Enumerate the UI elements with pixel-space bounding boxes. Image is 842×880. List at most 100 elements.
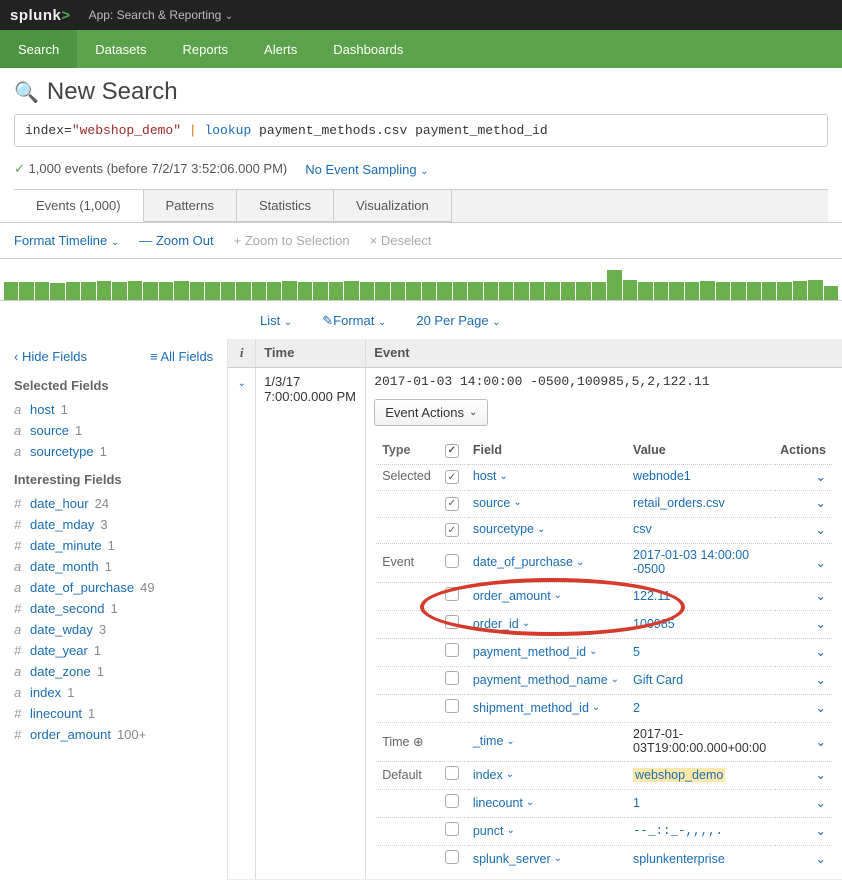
field-checkbox[interactable] <box>445 523 459 537</box>
zoom-out[interactable]: — Zoom Out <box>139 233 213 248</box>
check-all[interactable] <box>445 444 459 458</box>
field-value[interactable]: csv <box>633 522 652 536</box>
field-checkbox[interactable] <box>445 822 459 836</box>
timeline-bar[interactable] <box>793 281 807 300</box>
field-name[interactable]: date_of_purchase <box>30 580 134 595</box>
field-link[interactable]: source ⌄ <box>473 496 522 510</box>
field-date_month[interactable]: adate_month1 <box>14 556 213 577</box>
timeline-bar[interactable] <box>66 282 80 300</box>
field-value[interactable]: Gift Card <box>633 673 683 687</box>
field-value[interactable]: webshop_demo <box>633 768 725 782</box>
timeline-bar[interactable] <box>669 282 683 300</box>
field-link[interactable]: date_of_purchase ⌄ <box>473 555 584 569</box>
field-name[interactable]: order_amount <box>30 727 111 742</box>
timeline-bar[interactable] <box>236 282 250 300</box>
field-link[interactable]: punct ⌄ <box>473 824 515 838</box>
all-fields[interactable]: ≡ All Fields <box>150 349 213 364</box>
nav-reports[interactable]: Reports <box>165 30 247 68</box>
field-checkbox[interactable] <box>445 587 459 601</box>
timeline-bar[interactable] <box>50 283 64 300</box>
field-date_year[interactable]: #date_year1 <box>14 640 213 661</box>
field-actions[interactable]: ⌄ <box>816 556 826 570</box>
field-link[interactable]: order_id ⌄ <box>473 617 530 631</box>
field-link[interactable]: _time ⌄ <box>473 734 515 748</box>
nav-search[interactable]: Search <box>0 30 77 68</box>
timeline-bar[interactable] <box>576 282 590 300</box>
field-checkbox[interactable] <box>445 470 459 484</box>
field-name[interactable]: date_month <box>30 559 99 574</box>
timeline-bar[interactable] <box>344 281 358 300</box>
field-checkbox[interactable] <box>445 671 459 685</box>
timeline-bar[interactable] <box>35 282 49 300</box>
field-name[interactable]: date_year <box>30 643 88 658</box>
field-host[interactable]: ahost1 <box>14 399 213 420</box>
timeline-bar[interactable] <box>81 282 95 300</box>
col-time[interactable]: Time <box>256 339 366 367</box>
timeline-bar[interactable] <box>468 282 482 300</box>
field-date_mday[interactable]: #date_mday3 <box>14 514 213 535</box>
field-checkbox[interactable] <box>445 497 459 511</box>
field-value[interactable]: splunkenterprise <box>633 852 725 866</box>
field-checkbox[interactable] <box>445 643 459 657</box>
app-switcher[interactable]: App: Search & Reporting ⌄ <box>89 8 233 22</box>
timeline-bar[interactable] <box>607 270 621 300</box>
field-date_second[interactable]: #date_second1 <box>14 598 213 619</box>
field-value[interactable]: webnode1 <box>633 469 691 483</box>
timeline-bar[interactable] <box>282 281 296 300</box>
field-actions[interactable]: ⌄ <box>816 768 826 782</box>
nav-datasets[interactable]: Datasets <box>77 30 164 68</box>
timeline-bar[interactable] <box>221 282 235 300</box>
field-date_wday[interactable]: adate_wday3 <box>14 619 213 640</box>
timeline-bar[interactable] <box>190 282 204 300</box>
timeline-bar[interactable] <box>112 282 126 300</box>
field-link[interactable]: shipment_method_id ⌄ <box>473 701 600 715</box>
field-actions[interactable]: ⌄ <box>816 824 826 838</box>
field-checkbox[interactable] <box>445 766 459 780</box>
field-name[interactable]: host <box>30 402 55 417</box>
field-actions[interactable]: ⌄ <box>816 470 826 484</box>
field-actions[interactable]: ⌄ <box>816 673 826 687</box>
tab-statistics[interactable]: Statistics <box>237 190 334 222</box>
field-link[interactable]: splunk_server ⌄ <box>473 852 562 866</box>
search-input[interactable]: index="webshop_demo" | lookup payment_me… <box>14 114 828 147</box>
field-value[interactable]: --_::_-,,,,. <box>633 823 723 837</box>
timeline-bar[interactable] <box>777 282 791 300</box>
timeline-bar[interactable] <box>514 282 528 300</box>
field-checkbox[interactable] <box>445 554 459 568</box>
field-name[interactable]: index <box>30 685 61 700</box>
field-link[interactable]: host ⌄ <box>473 469 508 483</box>
timeline-bar[interactable] <box>4 282 18 300</box>
timeline-bar[interactable] <box>97 281 111 300</box>
nav-alerts[interactable]: Alerts <box>246 30 315 68</box>
field-checkbox[interactable] <box>445 615 459 629</box>
timeline-bar[interactable] <box>824 286 838 300</box>
expand-event[interactable]: ⌄ <box>228 368 256 879</box>
event-sampling[interactable]: No Event Sampling ⌄ <box>305 162 428 177</box>
timeline-bar[interactable] <box>499 282 513 300</box>
timeline-bar[interactable] <box>375 282 389 300</box>
field-name[interactable]: date_hour <box>30 496 89 511</box>
timeline-bar[interactable] <box>716 282 730 300</box>
field-link[interactable]: index ⌄ <box>473 768 514 782</box>
timeline-bar[interactable] <box>808 280 822 300</box>
hide-fields[interactable]: ‹ Hide Fields <box>14 349 87 364</box>
timeline-bar[interactable] <box>252 282 266 300</box>
timeline-bar[interactable] <box>391 282 405 300</box>
timeline-bar[interactable] <box>298 282 312 300</box>
field-order_amount[interactable]: #order_amount100+ <box>14 724 213 745</box>
field-value[interactable]: 1 <box>633 796 640 810</box>
tab-events-[interactable]: Events (1,000) <box>14 190 144 222</box>
field-link[interactable]: order_amount ⌄ <box>473 589 562 603</box>
field-value[interactable]: 2017-01-03 14:00:00 -0500 <box>633 548 749 576</box>
field-link[interactable]: linecount ⌄ <box>473 796 534 810</box>
field-index[interactable]: aindex1 <box>14 682 213 703</box>
tab-visualization[interactable]: Visualization <box>334 190 452 222</box>
field-checkbox[interactable] <box>445 850 459 864</box>
tab-patterns[interactable]: Patterns <box>144 190 237 222</box>
field-actions[interactable]: ⌄ <box>816 645 826 659</box>
timeline-bar[interactable] <box>654 282 668 300</box>
field-linecount[interactable]: #linecount1 <box>14 703 213 724</box>
timeline-bar[interactable] <box>561 282 575 300</box>
timeline-bar[interactable] <box>484 282 498 300</box>
field-checkbox[interactable] <box>445 699 459 713</box>
